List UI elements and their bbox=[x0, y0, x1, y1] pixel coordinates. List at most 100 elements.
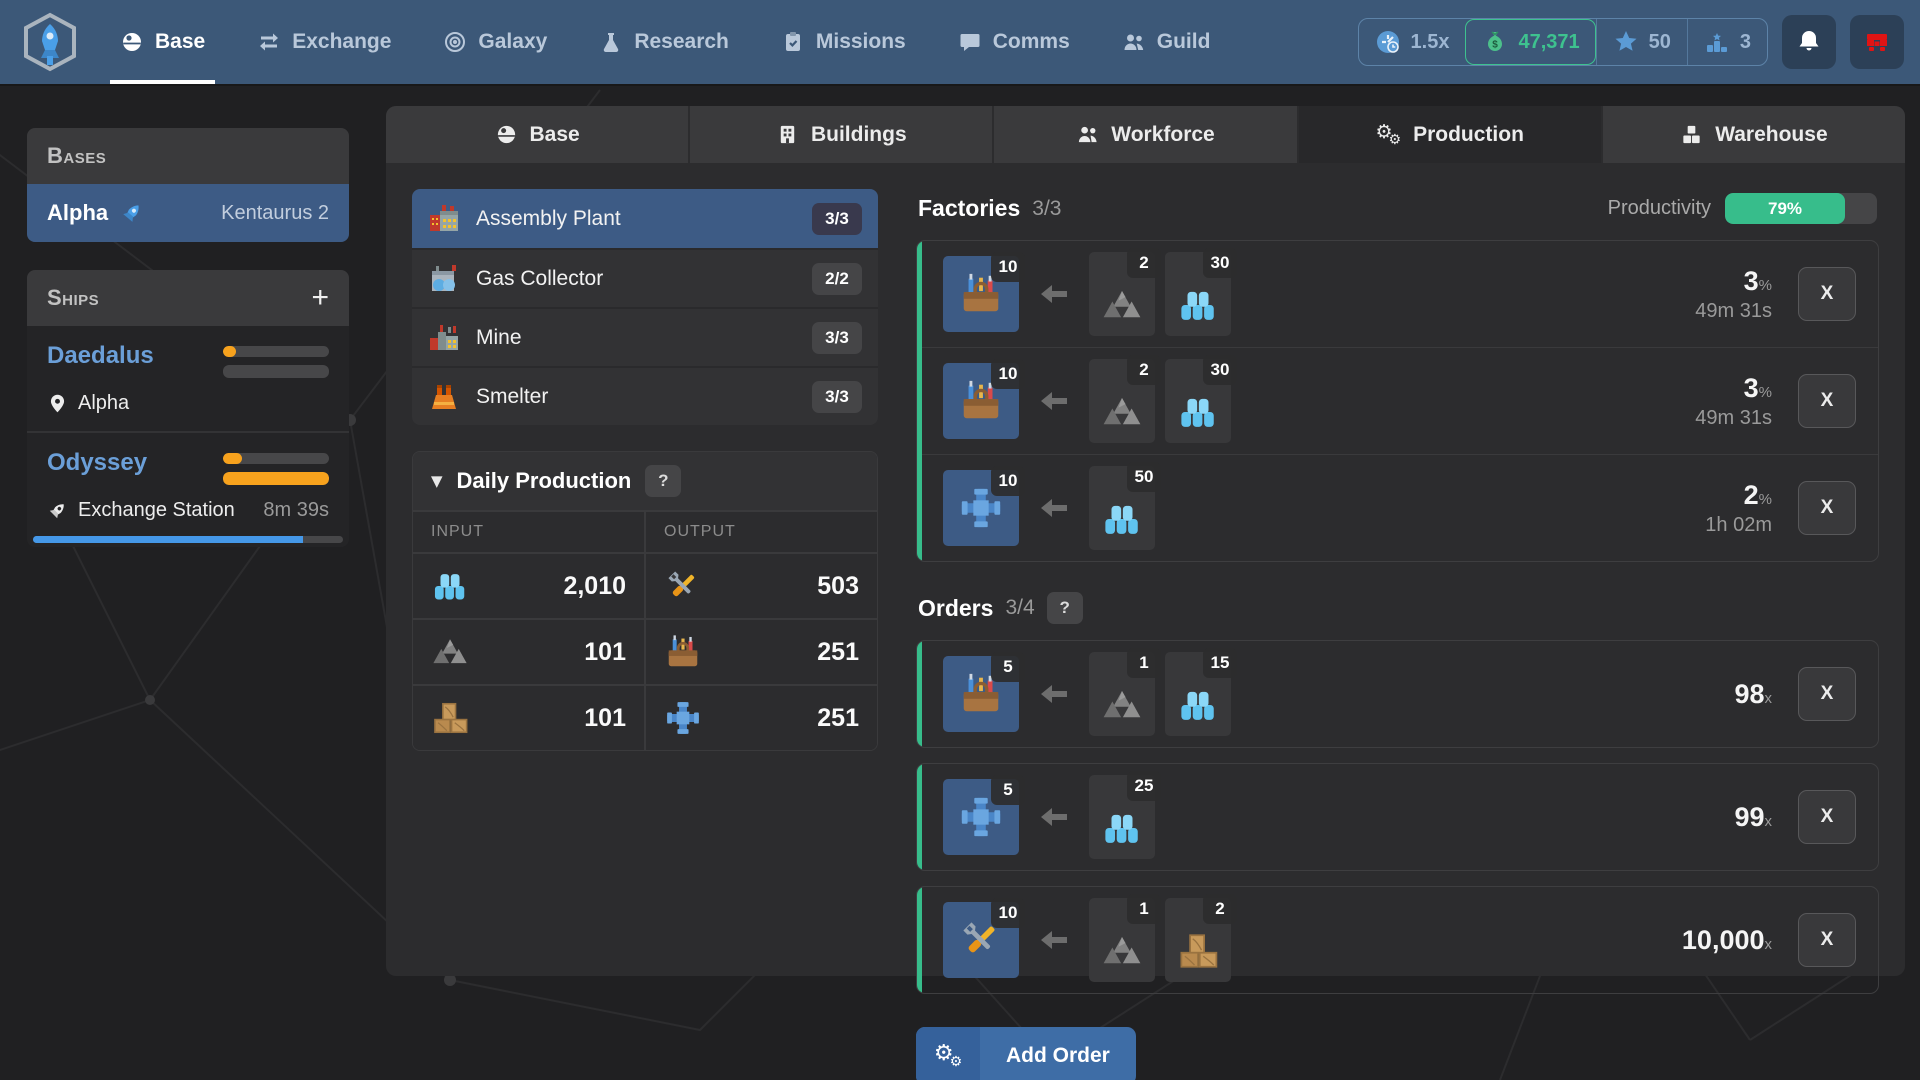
location-pin-icon bbox=[47, 393, 68, 414]
ore-icon bbox=[1101, 684, 1143, 726]
nav-tab-missions[interactable]: Missions bbox=[781, 0, 906, 84]
item-qty-badge: 10 bbox=[991, 898, 1025, 928]
nav-tab-exchange[interactable]: Exchange bbox=[257, 0, 391, 84]
app-logo[interactable] bbox=[22, 12, 78, 72]
ship-name-link[interactable]: Odyssey bbox=[47, 449, 147, 477]
base-item-alpha[interactable]: Alpha Kentaurus 2 bbox=[27, 184, 349, 242]
gears-icon: ⚙⚙ bbox=[934, 1043, 962, 1069]
orders-count: 3/4 bbox=[1005, 596, 1034, 620]
input-item-planks[interactable]: 2 bbox=[1165, 898, 1231, 982]
daily-output-qty: 251 bbox=[817, 638, 859, 667]
nav-tab-galaxy[interactable]: Galaxy bbox=[443, 0, 547, 84]
daily-production-header[interactable]: ▼ Daily Production ? bbox=[413, 452, 877, 510]
tab-base[interactable]: Base bbox=[386, 106, 688, 163]
building-count-badge: 3/3 bbox=[812, 203, 862, 235]
tab-workforce[interactable]: Workforce bbox=[994, 106, 1296, 163]
daily-input-qty: 2,010 bbox=[563, 572, 626, 601]
output-item-machine-parts[interactable]: 5 bbox=[943, 779, 1019, 855]
building-list: Assembly Plant 3/3 Gas Collector 2/2 Min… bbox=[412, 189, 878, 425]
input-item-aluminium[interactable]: 25 bbox=[1089, 775, 1155, 859]
tab-buildings[interactable]: Buildings bbox=[690, 106, 992, 163]
cancel-factory-button[interactable]: X bbox=[1798, 267, 1856, 321]
stat-level[interactable]: 50 bbox=[1596, 19, 1687, 65]
raid-alert-button[interactable] bbox=[1850, 15, 1904, 69]
sidebar: Bases Alpha Kentaurus 2 Ships + Daedalus… bbox=[27, 128, 349, 575]
active-stripe bbox=[917, 887, 922, 993]
item-qty-badge: 10 bbox=[991, 466, 1025, 496]
active-stripe bbox=[917, 641, 922, 747]
nav-tab-comms[interactable]: Comms bbox=[958, 0, 1070, 84]
time-remaining: 1h 02m bbox=[1705, 514, 1772, 537]
factories-title: Factories bbox=[918, 195, 1020, 222]
add-ship-button[interactable]: + bbox=[311, 283, 329, 313]
tab-label: Buildings bbox=[811, 123, 907, 147]
input-item-ore[interactable]: 2 bbox=[1089, 359, 1155, 443]
output-item-machine-parts[interactable]: 10 bbox=[943, 470, 1019, 546]
left-arrow-icon bbox=[1039, 496, 1069, 520]
building-item-mine[interactable]: Mine 3/3 bbox=[412, 307, 878, 366]
input-item-ore[interactable]: 1 bbox=[1089, 652, 1155, 736]
building-item-smelter[interactable]: Smelter 3/3 bbox=[412, 366, 878, 425]
tab-label: Base bbox=[530, 123, 580, 147]
raid-alert-icon bbox=[1863, 28, 1891, 56]
orders-help-button[interactable]: ? bbox=[1047, 592, 1083, 624]
cancel-order-button[interactable]: X bbox=[1798, 667, 1856, 721]
nav-tab-label: Galaxy bbox=[478, 30, 547, 54]
item-qty-badge: 5 bbox=[991, 652, 1025, 682]
notifications-button[interactable] bbox=[1782, 15, 1836, 69]
stat-rank[interactable]: 3 bbox=[1687, 19, 1767, 65]
rank-value: 3 bbox=[1740, 31, 1751, 54]
stat-credits[interactable]: $ 47,371 bbox=[1465, 19, 1595, 65]
input-item-ore[interactable]: 2 bbox=[1089, 252, 1155, 336]
cancel-order-button[interactable]: X bbox=[1798, 913, 1856, 967]
nav-tab-label: Exchange bbox=[292, 30, 391, 54]
exchange-arrows-icon bbox=[257, 30, 281, 54]
input-item-aluminium[interactable]: 30 bbox=[1165, 252, 1231, 336]
missions-clipboard-icon bbox=[781, 30, 805, 54]
nav-tab-base[interactable]: Base bbox=[120, 0, 205, 84]
input-item-aluminium[interactable]: 30 bbox=[1165, 359, 1231, 443]
add-order-button[interactable]: ⚙⚙ Add Order bbox=[916, 1027, 1136, 1080]
building-item-gas-collector[interactable]: Gas Collector 2/2 bbox=[412, 248, 878, 307]
ship-card-daedalus: Daedalus Alpha bbox=[27, 326, 349, 431]
input-item-ore[interactable]: 1 bbox=[1089, 898, 1155, 982]
progress-value: 2 bbox=[1744, 480, 1759, 510]
multiplier-unit: x bbox=[1765, 813, 1773, 830]
order-multiplier: 99x bbox=[1734, 802, 1772, 833]
cancel-order-button[interactable]: X bbox=[1798, 790, 1856, 844]
help-button[interactable]: ? bbox=[645, 465, 681, 497]
factories-count: 3/3 bbox=[1032, 197, 1061, 221]
building-item-assembly-plant[interactable]: Assembly Plant 3/3 bbox=[412, 189, 878, 248]
cancel-factory-button[interactable]: X bbox=[1798, 481, 1856, 535]
aluminium-icon bbox=[1177, 391, 1219, 433]
rank-podium-icon bbox=[1704, 29, 1730, 55]
tab-production[interactable]: ⚙⚙ Production bbox=[1299, 106, 1601, 163]
output-item-toolbox[interactable]: 10 bbox=[943, 363, 1019, 439]
daily-input-qty: 101 bbox=[584, 704, 626, 733]
ships-panel: Ships + Daedalus Alpha Odyssey bbox=[27, 270, 349, 547]
ship-name-link[interactable]: Daedalus bbox=[47, 342, 154, 370]
nav-tab-research[interactable]: Research bbox=[599, 0, 729, 84]
aluminium-icon bbox=[1177, 684, 1219, 726]
item-qty-badge: 15 bbox=[1203, 648, 1237, 678]
bases-header: Bases bbox=[27, 128, 349, 184]
tab-warehouse[interactable]: Warehouse bbox=[1603, 106, 1905, 163]
daily-output-row: 251 bbox=[646, 684, 877, 750]
ship-destination: Exchange Station bbox=[78, 499, 235, 522]
factory-progress: 3% 49m 31s bbox=[1695, 266, 1772, 323]
input-item-aluminium[interactable]: 15 bbox=[1165, 652, 1231, 736]
output-item-tools[interactable]: 10 bbox=[943, 902, 1019, 978]
input-item-aluminium[interactable]: 50 bbox=[1089, 466, 1155, 550]
multiplier-unit: x bbox=[1765, 936, 1773, 953]
progress-value: 3 bbox=[1744, 373, 1759, 403]
research-flask-icon bbox=[599, 30, 623, 54]
nav-tab-guild[interactable]: Guild bbox=[1122, 0, 1211, 84]
output-item-toolbox[interactable]: 5 bbox=[943, 656, 1019, 732]
item-qty-badge: 10 bbox=[991, 252, 1025, 282]
collapse-icon: ▼ bbox=[431, 472, 443, 490]
smelter-icon bbox=[428, 381, 460, 413]
stat-speed-boost[interactable]: 1.5x bbox=[1359, 19, 1466, 65]
output-item-toolbox[interactable]: 10 bbox=[943, 256, 1019, 332]
base-tabs: Base Buildings Workforce ⚙⚙ Production W… bbox=[386, 106, 1905, 163]
cancel-factory-button[interactable]: X bbox=[1798, 374, 1856, 428]
